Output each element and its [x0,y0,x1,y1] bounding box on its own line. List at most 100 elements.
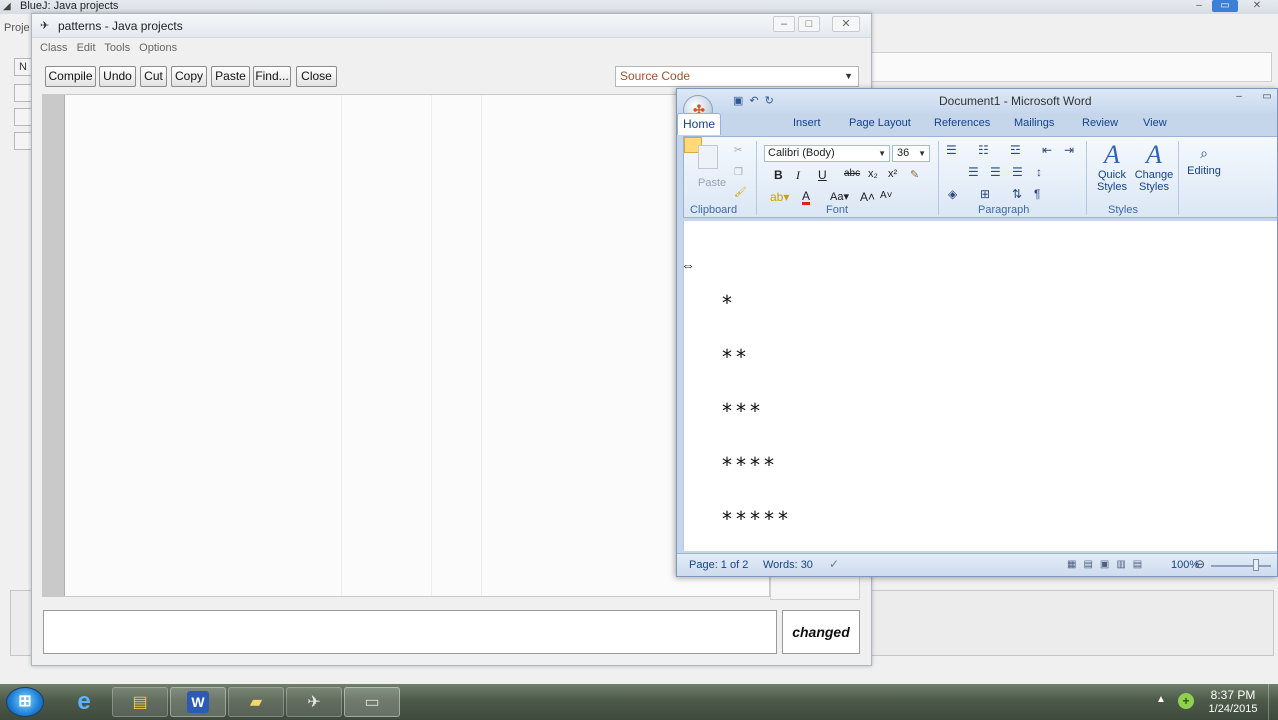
grow-font-icon[interactable]: A˄ [860,190,875,204]
menu-edit[interactable]: Edit [77,42,96,54]
view-buttons[interactable]: ▦▤▣▥▤ [1067,559,1149,570]
align-center-icon[interactable]: ☰ [968,165,979,179]
bluej-taskbar-icon[interactable]: ✈ [286,687,342,717]
clear-formatting-icon[interactable]: ✎ [910,168,919,181]
editor-titlebar[interactable]: ✈ patterns - Java projects – □ ✕ [32,14,871,38]
editing-button[interactable]: ⌕ Editing [1182,141,1226,177]
paste-icon[interactable] [698,145,718,169]
minimize-icon[interactable]: – [1229,90,1249,104]
tab-review[interactable]: Review [1082,117,1118,129]
internet-explorer-icon[interactable]: e [56,687,112,717]
menu-options[interactable]: Options [139,42,177,54]
highlight-icon[interactable]: ab▾ [770,190,789,204]
document-line: **** [722,453,778,477]
tab-page-layout[interactable]: Page Layout [849,117,911,129]
zoom-out-icon[interactable]: ⊖ [1195,557,1205,571]
paste-button-label[interactable]: Paste [698,177,726,189]
minimize-icon[interactable]: – [773,16,795,32]
change-styles-button[interactable]: A Change Styles [1132,141,1176,194]
chevron-down-icon: ▼ [918,149,926,158]
strikethrough-icon[interactable]: abc [844,168,860,179]
file-explorer-icon[interactable]: ▤ [112,687,168,717]
close-button[interactable]: Close [296,66,337,87]
shrink-font-icon[interactable]: A˅ [880,190,893,201]
close-icon[interactable]: ✕ [1244,0,1270,12]
justify-icon[interactable]: ☰ [1012,165,1023,179]
cut-button[interactable]: Cut [140,66,167,87]
document-page[interactable]: * ** *** **** ***** [683,221,1277,551]
zoom-slider[interactable] [1211,565,1271,567]
sort-icon[interactable]: ⇅ [1012,187,1022,201]
minimize-icon[interactable]: – [1186,0,1212,12]
font-color-icon[interactable]: A [802,190,811,205]
group-divider [1086,141,1087,215]
menu-tools[interactable]: Tools [104,42,130,54]
bullets-icon[interactable]: ☰ [946,143,957,157]
superscript-icon[interactable]: x² [888,168,897,180]
borders-icon[interactable]: ⊞ [980,187,990,201]
word-taskbar-icon[interactable]: W [170,687,226,717]
bluej-main-menu-project[interactable]: Proje [4,22,30,34]
maximize-icon[interactable]: ▭ [1257,90,1277,104]
clock-date[interactable]: 1/24/2015 [1200,703,1266,715]
app-window-icon[interactable]: ▭ [344,687,400,717]
copy-icon[interactable]: ❐ [734,167,746,179]
tab-insert[interactable]: Insert [793,117,821,129]
copy-button[interactable]: Copy [171,66,207,87]
numbering-icon[interactable]: ☷ [978,143,989,157]
paste-button[interactable]: Paste [211,66,250,87]
align-right-icon[interactable]: ☰ [990,165,1001,179]
subscript-icon[interactable]: x₂ [868,168,878,180]
close-icon[interactable]: ✕ [832,16,860,32]
clock-time[interactable]: 8:37 PM [1206,688,1260,702]
status-message-box [43,610,777,654]
show-desktop-button[interactable] [1268,684,1278,720]
show-marks-icon[interactable]: ¶ [1034,187,1040,201]
cut-icon[interactable]: ✂ [734,145,746,157]
underline-icon[interactable]: U [818,168,827,182]
page-count[interactable]: Page: 1 of 2 [689,559,748,571]
start-button[interactable]: ⊞ [6,687,44,717]
new-class-button[interactable]: N [14,58,32,76]
network-icon[interactable]: + [1178,693,1194,709]
folder-icon[interactable]: ▰ [228,687,284,717]
view-mode-select[interactable]: Source Code ▼ [615,66,859,87]
quick-styles-button[interactable]: A Quick Styles [1092,141,1132,194]
group-divider [938,141,939,215]
tab-view[interactable]: View [1143,117,1167,129]
multilevel-list-icon[interactable]: ☲ [1010,143,1021,157]
tab-mailings[interactable]: Mailings [1014,117,1054,129]
shading-icon[interactable]: ◈ [948,187,957,201]
decrease-indent-icon[interactable]: ⇤ [1042,143,1052,157]
undo-button[interactable]: Undo [99,66,136,87]
bluej-main-titlebar[interactable]: ◢ BlueJ: Java projects – ▭ ✕ [0,0,1278,14]
word-titlebar[interactable]: ▣↶↻ Document1 - Microsoft Word – ▭ [677,89,1277,113]
quick-access-toolbar[interactable]: ▣↶↻ [733,94,780,107]
undo-icon[interactable]: ↶ [749,95,764,107]
word-count[interactable]: Words: 30 [763,559,813,571]
zoom-slider-thumb[interactable] [1253,559,1259,571]
side-button-3[interactable] [14,108,32,126]
redo-icon[interactable]: ↻ [765,95,780,107]
increase-indent-icon[interactable]: ⇥ [1064,143,1074,157]
show-hidden-icons-icon[interactable]: ▲ [1156,694,1166,705]
line-spacing-icon[interactable]: ↕ [1036,165,1042,179]
italic-icon[interactable]: I [796,168,800,183]
proofing-icon[interactable]: ✓ [829,557,839,571]
maximize-icon[interactable]: ▭ [1212,0,1238,12]
find-button[interactable]: Find... [253,66,291,87]
bold-icon[interactable]: B [774,168,783,182]
maximize-icon[interactable]: □ [798,16,820,32]
change-case-icon[interactable]: Aa▾ [830,190,849,203]
font-size-select[interactable]: 36 ▼ [892,145,930,162]
source-code-editor[interactable] [42,94,770,597]
side-button-4[interactable] [14,132,32,150]
save-icon[interactable]: ▣ [733,95,749,107]
font-name-select[interactable]: Calibri (Body) ▼ [764,145,890,162]
menu-class[interactable]: Class [40,42,68,54]
compile-button[interactable]: Compile [45,66,96,87]
tab-references[interactable]: References [934,117,990,129]
tab-home[interactable]: Home [677,113,721,135]
format-painter-icon[interactable]: 🖌 [734,187,747,199]
side-button-2[interactable] [14,84,32,102]
